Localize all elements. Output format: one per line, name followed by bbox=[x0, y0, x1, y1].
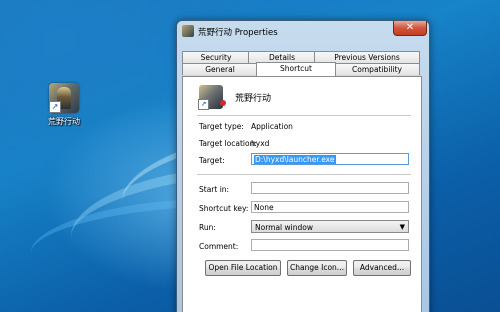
run-label: Run: bbox=[199, 223, 216, 232]
shortcut-arrow-icon: ↗ bbox=[198, 99, 209, 110]
desktop-background: ↗ 荒野行动 荒野行动 Properties ✕ Security Detail… bbox=[0, 0, 500, 312]
start-in-label: Start in: bbox=[199, 185, 230, 194]
divider bbox=[197, 174, 411, 175]
tab-shortcut[interactable]: Shortcut bbox=[256, 62, 336, 76]
tab-general[interactable]: General bbox=[182, 63, 258, 75]
open-file-location-button[interactable]: Open File Location bbox=[205, 260, 281, 276]
window-title: 荒野行动 Properties bbox=[198, 28, 278, 38]
divider bbox=[197, 115, 411, 116]
target-location-label: Target location: bbox=[199, 139, 257, 148]
target-field[interactable]: D:\hyxd\launcher.exe bbox=[251, 153, 409, 165]
game-app-icon: ↗ bbox=[49, 83, 79, 113]
advanced-button[interactable]: Advanced... bbox=[353, 260, 411, 276]
tab-strip: Security Details Previous Versions Gener… bbox=[182, 44, 420, 76]
app-icon bbox=[182, 25, 194, 37]
run-dropdown[interactable]: Normal window ▼ bbox=[251, 220, 409, 233]
shortcut-name[interactable]: 荒野行动 bbox=[235, 91, 271, 104]
title-bar[interactable]: 荒野行动 Properties ✕ bbox=[177, 21, 429, 43]
comment-field[interactable] bbox=[251, 239, 409, 251]
shortcut-key-field[interactable]: None bbox=[251, 201, 409, 213]
shortcut-key-label: Shortcut key: bbox=[199, 204, 249, 213]
run-dropdown-value: Normal window bbox=[255, 223, 313, 232]
properties-window: 荒野行动 Properties ✕ Security Details Previ… bbox=[176, 20, 430, 312]
start-in-field[interactable] bbox=[251, 182, 409, 194]
chevron-down-icon: ▼ bbox=[399, 223, 405, 231]
desktop-shortcut[interactable]: ↗ 荒野行动 bbox=[46, 83, 82, 127]
shortcut-app-icon: ↗ bbox=[198, 85, 226, 110]
close-button[interactable]: ✕ bbox=[393, 21, 427, 36]
app-badge-icon bbox=[220, 100, 226, 106]
close-icon: ✕ bbox=[405, 22, 415, 33]
target-label: Target: bbox=[199, 156, 225, 165]
target-type-label: Target type: bbox=[199, 122, 244, 131]
comment-label: Comment: bbox=[199, 242, 239, 251]
tab-compatibility[interactable]: Compatibility bbox=[334, 63, 420, 75]
target-field-value: D:\hyxd\launcher.exe bbox=[254, 155, 336, 164]
change-icon-button[interactable]: Change Icon... bbox=[287, 260, 347, 276]
target-type-value: Application bbox=[251, 122, 293, 131]
tab-security[interactable]: Security bbox=[182, 51, 250, 63]
shortcut-tab-panel: ↗ 荒野行动 Target type: Application Target l… bbox=[182, 76, 422, 312]
desktop-shortcut-label: 荒野行动 bbox=[48, 117, 80, 126]
target-location-value: hyxd bbox=[251, 139, 270, 148]
shortcut-arrow-icon: ↗ bbox=[49, 101, 61, 113]
